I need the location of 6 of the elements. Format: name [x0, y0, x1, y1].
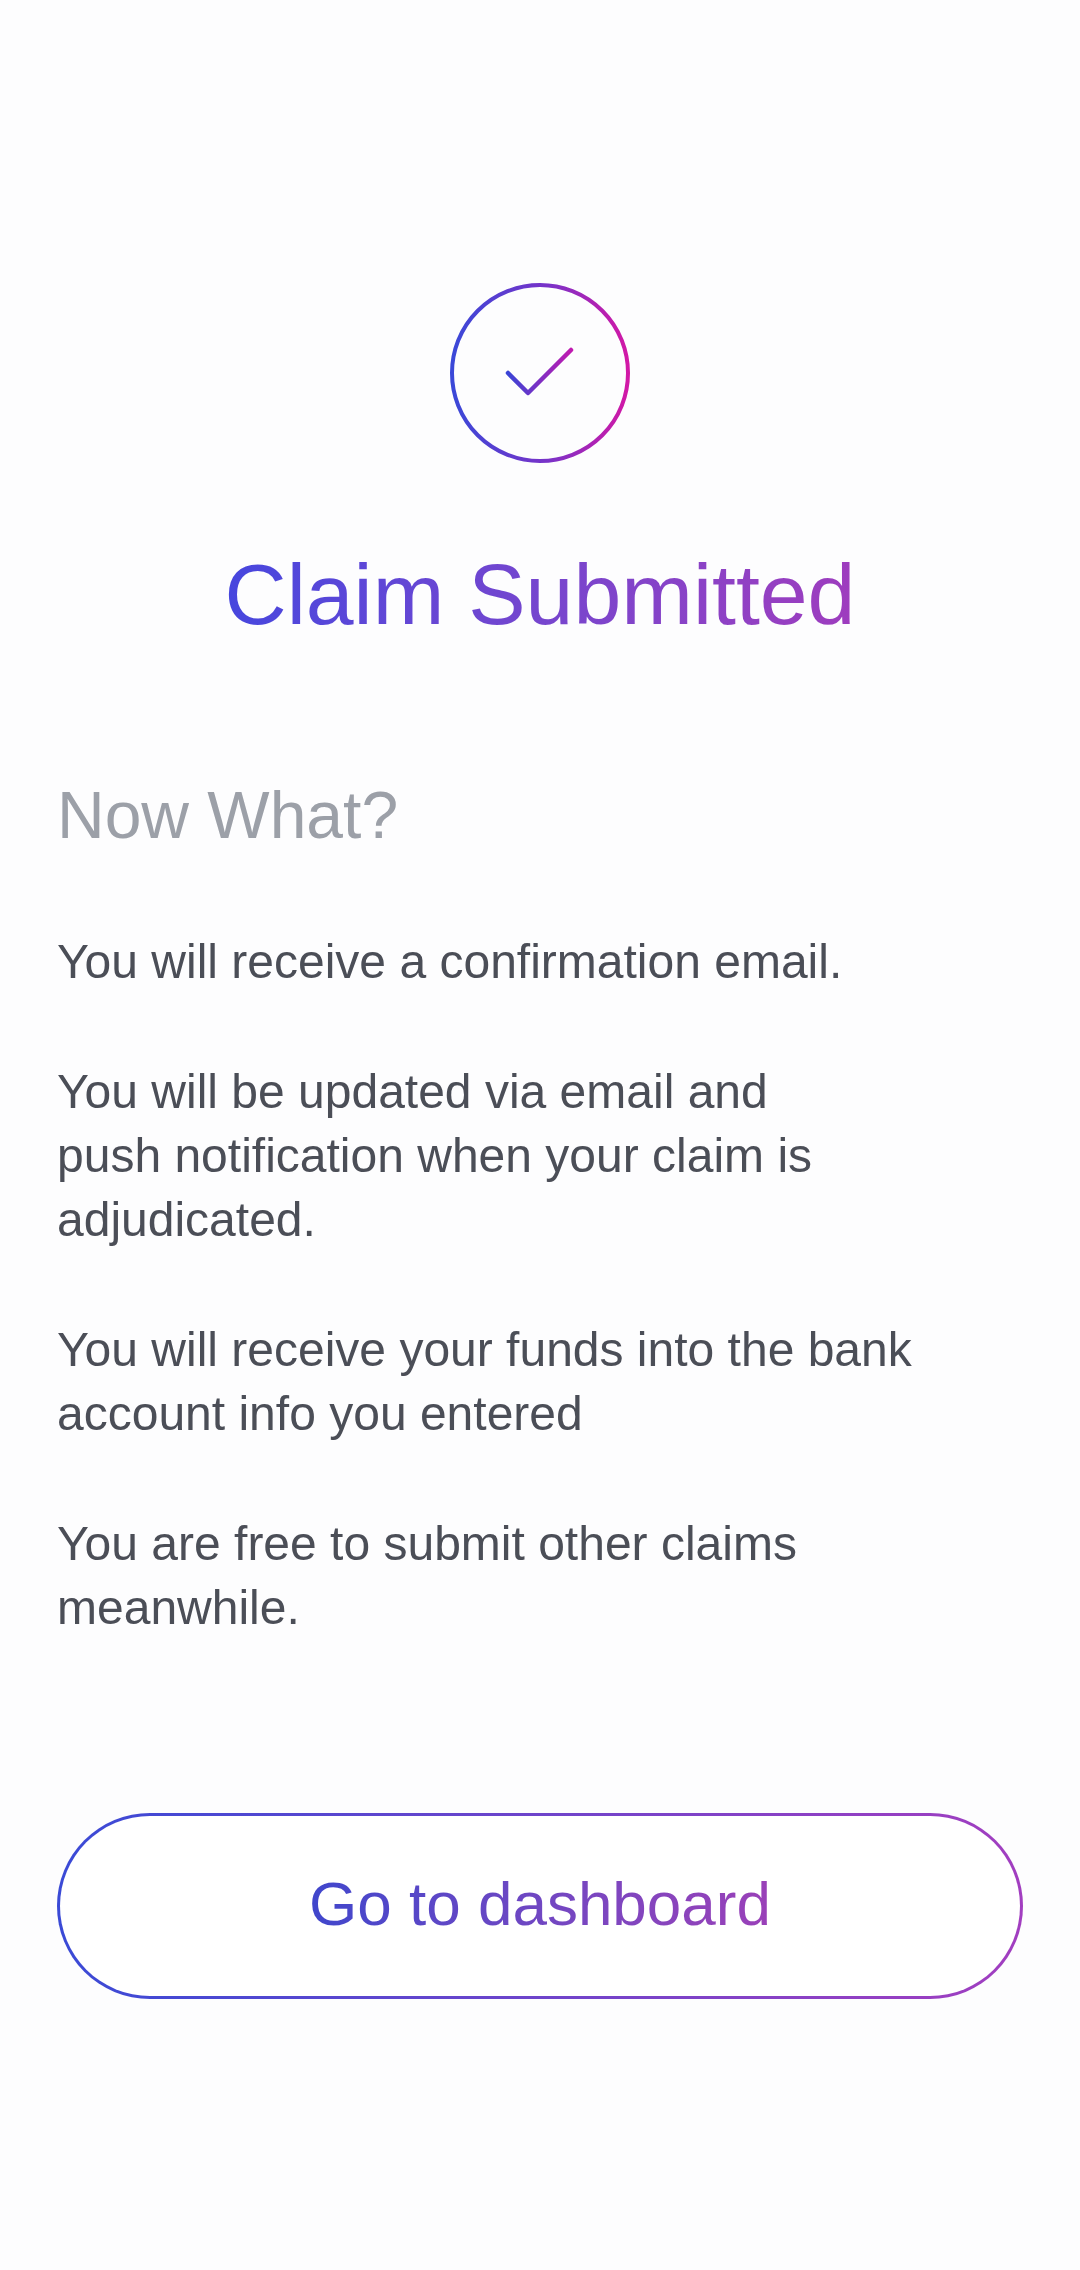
check-circle-icon [450, 283, 630, 463]
section-heading: Now What? [57, 782, 399, 848]
info-paragraph: You will be updated via email and push notification when your claim is adjudicated. [57, 1064, 813, 1248]
info-paragraph: You will receive your funds into the bank account info you entered [57, 1322, 912, 1442]
info-paragraph: You are free to submit other claims meanwhile. [57, 1516, 797, 1636]
info-paragraph: You will receive a confirmation email. [57, 934, 843, 990]
